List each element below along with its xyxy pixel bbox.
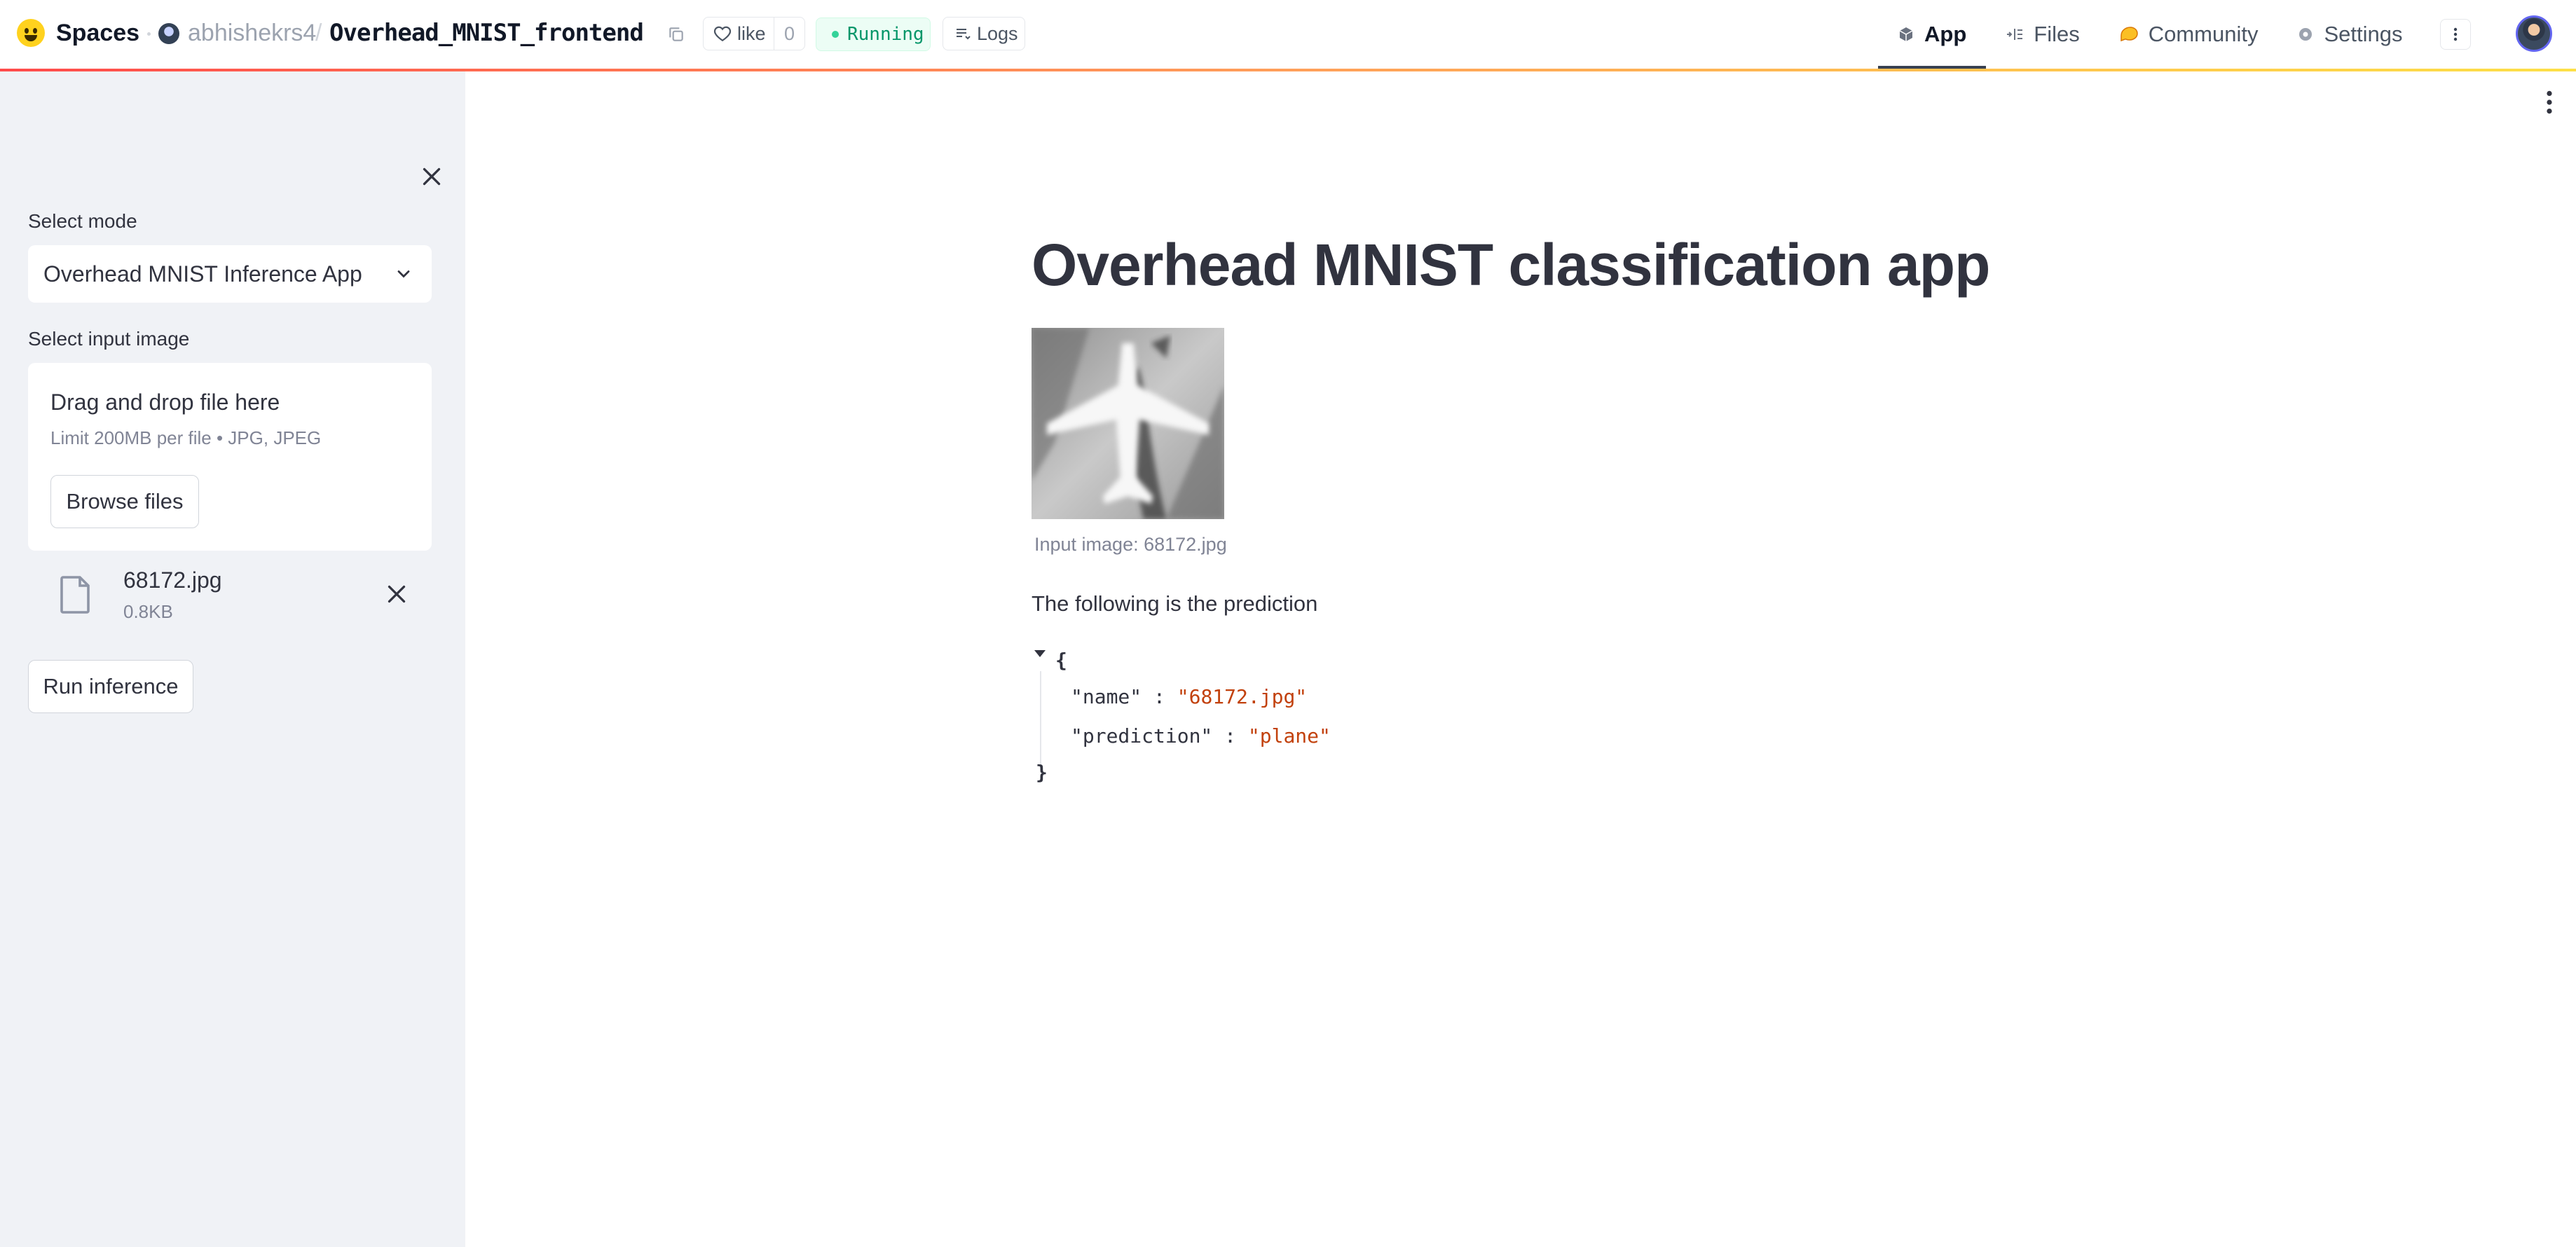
spaces-label: Spaces — [56, 19, 140, 46]
like-count: 0 — [774, 18, 804, 50]
tab-settings-label: Settings — [2324, 22, 2403, 46]
copy-icon[interactable] — [667, 25, 685, 43]
heart-icon — [713, 26, 732, 42]
mode-select-value: Overhead MNIST Inference App — [43, 261, 362, 287]
files-icon — [2006, 26, 2024, 43]
main-menu-icon[interactable] — [2545, 90, 2554, 115]
vertical-dots-icon — [2453, 27, 2458, 41]
status-text: Running — [847, 24, 924, 45]
tab-files-label: Files — [2034, 22, 2080, 46]
uploaded-file-item: 68172.jpg 0.8KB — [28, 560, 432, 631]
spaces-brand-link[interactable]: Spaces — [17, 19, 139, 47]
user-avatar[interactable] — [2516, 15, 2552, 52]
json-value: "plane" — [1247, 724, 1331, 747]
owner-link[interactable]: abhishekrs4 — [188, 20, 316, 47]
tab-app[interactable]: App — [1878, 0, 1987, 69]
sidebar: Select mode Overhead MNIST Inference App… — [0, 71, 465, 1247]
run-inference-button[interactable]: Run inference — [28, 660, 193, 713]
json-close-brace: } — [1036, 761, 1048, 784]
select-input-image-label: Select input image — [28, 328, 190, 350]
file-dropzone[interactable]: Drag and drop file here Limit 200MB per … — [28, 363, 432, 551]
json-separator: : — [1153, 685, 1165, 708]
more-options-button[interactable] — [2440, 19, 2471, 50]
select-mode-label: Select mode — [28, 210, 137, 232]
tab-app-label: App — [1924, 22, 1967, 46]
json-indent-guide — [1040, 671, 1041, 766]
tab-community-label: Community — [2148, 22, 2259, 46]
dropzone-limit-text: Limit 200MB per file • JPG, JPEG — [50, 427, 322, 448]
mode-select[interactable]: Overhead MNIST Inference App — [28, 245, 432, 303]
file-icon — [60, 576, 90, 614]
logs-button[interactable]: Logs — [943, 17, 1025, 50]
cube-icon — [1898, 26, 1914, 43]
tab-files[interactable]: Files — [1986, 0, 2099, 69]
status-badge: Running — [816, 18, 931, 51]
json-separator: : — [1224, 724, 1237, 747]
input-image-caption: Input image: 68172.jpg — [1034, 534, 1227, 555]
browse-files-button[interactable]: Browse files — [50, 475, 199, 528]
tab-settings[interactable]: Settings — [2277, 0, 2422, 69]
separator-dot — [147, 32, 151, 36]
path-separator: / — [315, 20, 322, 46]
json-open-brace: { — [1055, 649, 1067, 672]
prediction-intro-text: The following is the prediction — [1032, 591, 1318, 616]
hugging-face-logo-icon — [17, 19, 45, 47]
json-value: "68172.jpg" — [1177, 685, 1308, 708]
collapse-json-icon[interactable] — [1034, 650, 1046, 657]
close-sidebar-icon[interactable] — [419, 164, 444, 189]
uploaded-file-name: 68172.jpg — [123, 567, 222, 593]
status-dot-icon — [832, 31, 839, 38]
logs-icon — [957, 29, 971, 40]
chevron-down-icon — [397, 270, 410, 278]
json-row-prediction: "prediction" : "plane" — [1071, 724, 1331, 747]
tab-community[interactable]: Community — [2099, 0, 2278, 69]
uploaded-file-size: 0.8KB — [123, 601, 173, 622]
json-row-name: "name" : "68172.jpg" — [1071, 685, 1307, 708]
input-image — [1032, 328, 1224, 519]
community-icon — [2119, 26, 2139, 43]
repo-name-link[interactable]: Overhead_MNIST_frontend — [329, 19, 644, 47]
space-tabs: App Files Community Settings — [1878, 0, 2423, 69]
logs-label: Logs — [977, 22, 1018, 44]
page-title: Overhead MNIST classification app — [1032, 232, 1990, 298]
remove-file-icon[interactable] — [384, 581, 409, 607]
top-navigation-bar: Spaces abhishekrs4 / Overhead_MNIST_fron… — [0, 0, 2576, 69]
gear-icon — [2297, 26, 2314, 43]
json-key: "name" — [1071, 685, 1142, 708]
like-label: like — [737, 22, 766, 44]
dropzone-title: Drag and drop file here — [50, 390, 280, 415]
json-key: "prediction" — [1071, 724, 1213, 747]
owner-avatar[interactable] — [158, 23, 179, 44]
like-button[interactable]: like 0 — [703, 17, 805, 50]
